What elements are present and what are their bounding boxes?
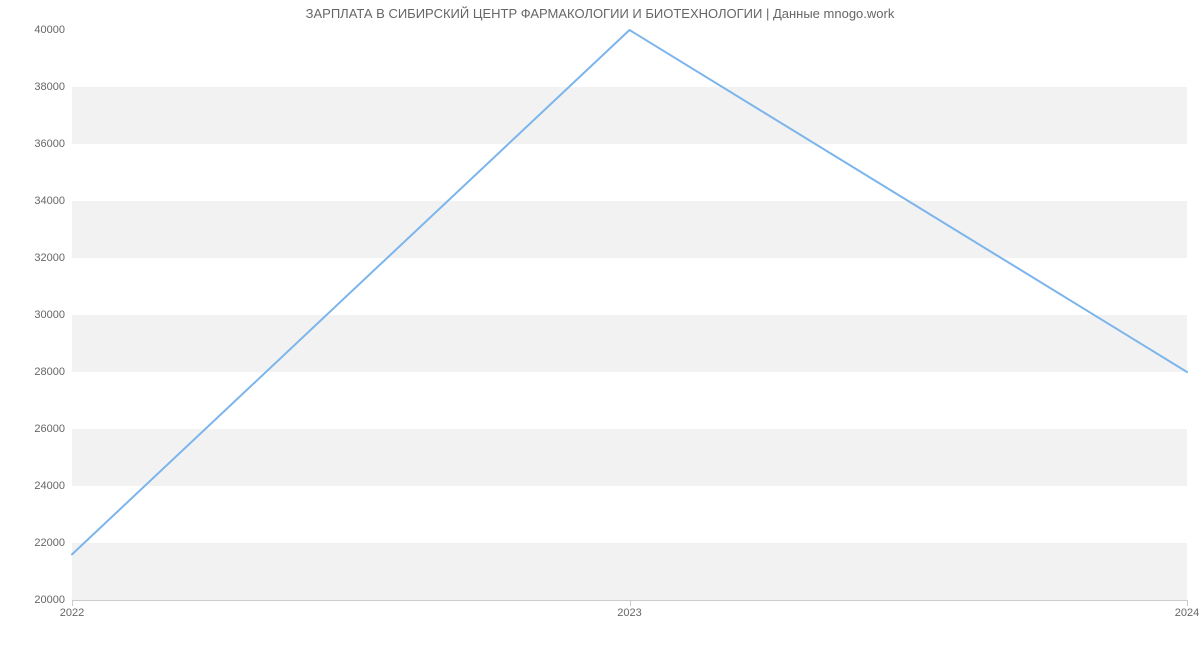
x-tick-label: 2022 — [60, 607, 84, 619]
y-tick-label: 40000 — [34, 24, 65, 36]
y-tick-label: 36000 — [34, 138, 65, 150]
y-tick-label: 22000 — [34, 537, 65, 549]
chart-title: ЗАРПЛАТА В СИБИРСКИЙ ЦЕНТР ФАРМАКОЛОГИИ … — [0, 6, 1200, 21]
x-tick-label: 2024 — [1175, 607, 1199, 619]
line-series — [72, 30, 1187, 600]
x-tick — [1187, 600, 1188, 606]
y-tick-label: 26000 — [34, 423, 65, 435]
x-tick — [72, 600, 73, 606]
chart-container: ЗАРПЛАТА В СИБИРСКИЙ ЦЕНТР ФАРМАКОЛОГИИ … — [0, 0, 1200, 650]
y-tick-label: 28000 — [34, 366, 65, 378]
series-polyline — [72, 30, 1187, 554]
x-tick-label: 2023 — [617, 607, 641, 619]
y-tick-label: 30000 — [34, 309, 65, 321]
y-tick-label: 38000 — [34, 81, 65, 93]
plot-area — [72, 30, 1187, 601]
y-tick-label: 34000 — [34, 195, 65, 207]
y-tick-label: 24000 — [34, 480, 65, 492]
y-tick-label: 20000 — [34, 594, 65, 606]
y-tick-label: 32000 — [34, 252, 65, 264]
x-tick — [630, 600, 631, 606]
